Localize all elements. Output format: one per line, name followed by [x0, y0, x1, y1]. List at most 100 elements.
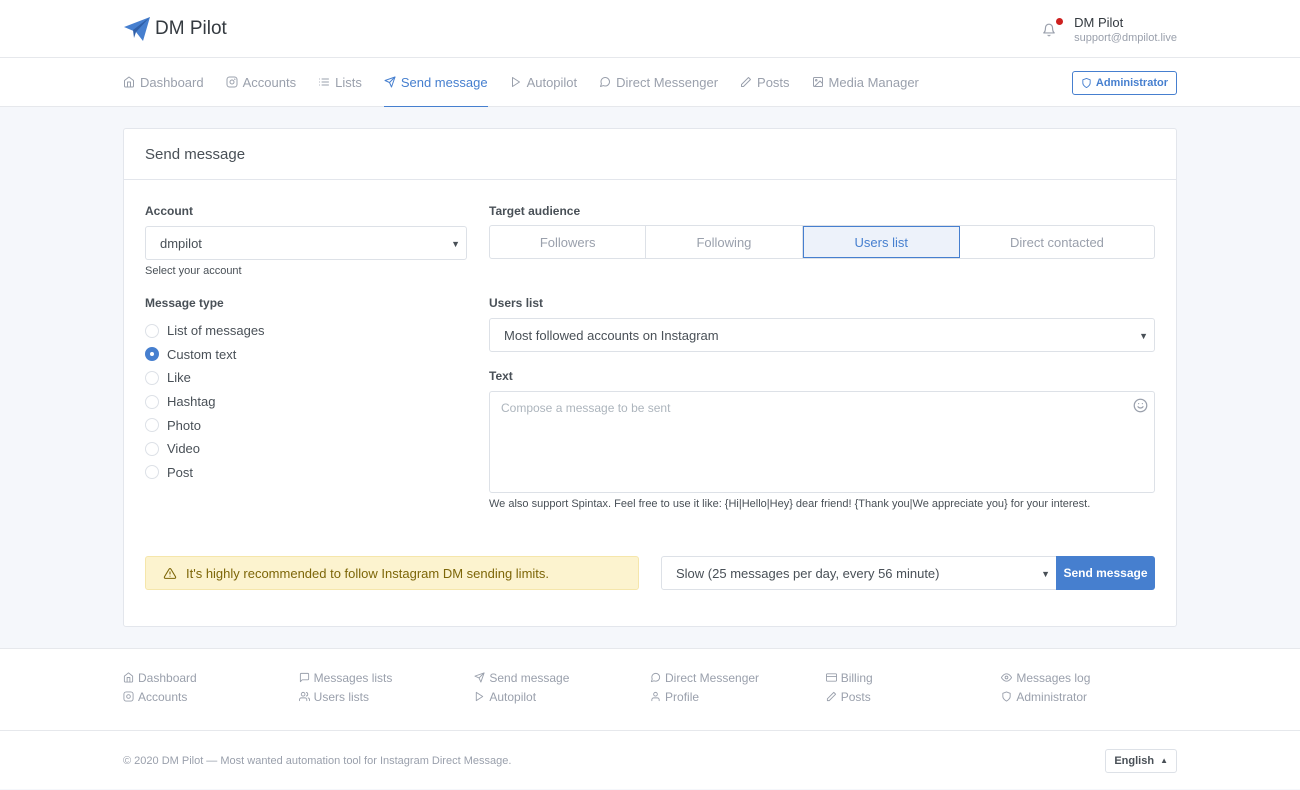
instagram-icon [226, 76, 238, 88]
message-type-radios: List of messages Custom text Like Hashta… [145, 319, 265, 484]
play-icon [476, 691, 484, 702]
audience-following-button[interactable]: Following [646, 226, 803, 258]
radio-label: Photo [167, 417, 201, 433]
message-type-label: Message type [145, 296, 224, 310]
instagram-icon [123, 691, 134, 702]
footer-link-accounts[interactable]: Accounts [123, 687, 299, 706]
footer-link-autopilot[interactable]: Autopilot [474, 687, 650, 706]
radio-circle [145, 347, 159, 362]
footer-link-direct-messenger[interactable]: Direct Messenger [650, 668, 826, 687]
home-icon [124, 76, 134, 88]
nav-item-posts[interactable]: Posts [740, 58, 790, 107]
language-label: English [1114, 754, 1155, 767]
send-message-button[interactable]: Send message [1056, 556, 1155, 590]
users-list-value: Most followed accounts on Instagram [504, 327, 719, 343]
footer-link-label: Direct Messenger [665, 670, 760, 685]
nav-item-dashboard[interactable]: Dashboard [123, 58, 204, 107]
nav-item-label: Lists [335, 74, 362, 90]
caret-down-icon: ▼ [451, 239, 460, 249]
user-email: support@dmpilot.live [1074, 31, 1177, 44]
notifications-button[interactable] [1042, 18, 1064, 38]
audience-followers-button[interactable]: Followers [490, 226, 647, 258]
radio-hashtag[interactable]: Hashtag [145, 390, 265, 414]
radio-circle [145, 465, 159, 480]
users-icon [298, 691, 310, 702]
radio-circle [145, 441, 159, 456]
language-button[interactable]: English ▲ [1105, 748, 1177, 773]
radio-circle [145, 370, 159, 385]
nav-item-accounts[interactable]: Accounts [226, 58, 296, 107]
target-audience-label: Target audience [489, 204, 581, 218]
edit-icon [741, 77, 752, 87]
nav-item-lists[interactable]: Lists [318, 58, 362, 107]
list-icon [319, 78, 330, 86]
credit-card-icon [825, 673, 837, 682]
edit-icon [826, 691, 836, 702]
footer-link-administrator[interactable]: Administrator [1001, 687, 1177, 706]
footer-link-messages-lists[interactable]: Messages lists [299, 668, 475, 687]
radio-circle [145, 418, 159, 433]
account-value: dmpilot [160, 235, 202, 251]
footer-link-messages-log[interactable]: Messages log [1001, 668, 1177, 687]
message-square-icon [299, 672, 309, 683]
radio-circle [145, 323, 159, 338]
nav-item-label: Accounts [242, 74, 297, 90]
user-menu[interactable]: DM Pilot support@dmpilot.live [1074, 15, 1177, 44]
audience-direct-contacted-button[interactable]: Direct contacted [960, 226, 1154, 258]
alert-triangle-icon [163, 567, 177, 579]
message-placeholder: Compose a message to be sent [501, 401, 671, 415]
message-circle-icon [600, 76, 611, 87]
home-icon [123, 672, 134, 683]
footer-link-label: Billing [840, 670, 873, 685]
footer-link-profile[interactable]: Profile [650, 687, 826, 706]
radio-list-of-messages[interactable]: List of messages [145, 319, 265, 343]
administrator-button[interactable]: Administrator [1071, 70, 1177, 95]
footer-link-posts[interactable]: Posts [826, 687, 1002, 706]
nav-item-send-message[interactable]: Send message [383, 58, 488, 107]
account-select[interactable]: dmpilot ▼ [145, 226, 467, 260]
target-audience-segmented: Followers Following Users list Direct co… [489, 225, 1155, 259]
footer-link-label: Messages log [1016, 670, 1091, 685]
alert-text: It's highly recommended to follow Instag… [186, 565, 550, 581]
footer-link-label: Send message [489, 670, 570, 685]
speed-value: Slow (25 messages per day, every 56 minu… [676, 565, 940, 581]
users-list-select[interactable]: Most followed accounts on Instagram ▼ [489, 318, 1155, 352]
user-name: DM Pilot [1074, 14, 1124, 30]
footer-link-send-message[interactable]: Send message [474, 668, 650, 687]
message-textarea[interactable]: Compose a message to be sent [489, 391, 1155, 493]
account-hint: Select your account [145, 265, 242, 277]
image-icon [812, 77, 823, 87]
radio-label: Like [167, 370, 191, 386]
footer-link-users-lists[interactable]: Users lists [298, 687, 475, 706]
card-title: Send message [124, 129, 1176, 180]
footer-link-dashboard[interactable]: Dashboard [123, 668, 299, 687]
radio-custom-text[interactable]: Custom text [145, 343, 265, 367]
nav-item-label: Direct Messenger [616, 74, 719, 90]
radio-video[interactable]: Video [145, 437, 265, 461]
nav-item-label: Send message [400, 74, 488, 90]
caret-down-icon: ▼ [1041, 569, 1050, 579]
footer-link-label: Messages lists [313, 670, 393, 685]
emoji-icon[interactable] [1133, 398, 1148, 413]
radio-label: List of messages [167, 323, 265, 339]
nav-item-direct-messenger[interactable]: Direct Messenger [599, 58, 718, 107]
nav-item-autopilot[interactable]: Autopilot [510, 58, 577, 107]
footer-link-label: Autopilot [489, 689, 537, 704]
audience-users-list-button[interactable]: Users list [802, 226, 960, 258]
footer-link-label: Users lists [313, 689, 370, 704]
footer-link-label: Administrator [1016, 689, 1088, 704]
message-circle-icon [650, 672, 661, 683]
radio-post[interactable]: Post [145, 461, 265, 485]
radio-photo[interactable]: Photo [145, 413, 265, 437]
radio-label: Hashtag [167, 394, 216, 410]
speed-select[interactable]: Slow (25 messages per day, every 56 minu… [661, 556, 1057, 590]
text-label: Text [489, 369, 513, 383]
footer-link-billing[interactable]: Billing [825, 668, 1002, 687]
brand-logo[interactable]: DM Pilot [123, 16, 227, 42]
top-header: DM Pilot DM Pilot support@dmpilot.live [0, 0, 1300, 58]
paper-plane-icon [124, 17, 150, 41]
radio-like[interactable]: Like [145, 366, 265, 390]
shield-icon [1082, 77, 1091, 88]
nav-item-media-manager[interactable]: Media Manager [812, 58, 919, 107]
user-icon [651, 691, 660, 702]
